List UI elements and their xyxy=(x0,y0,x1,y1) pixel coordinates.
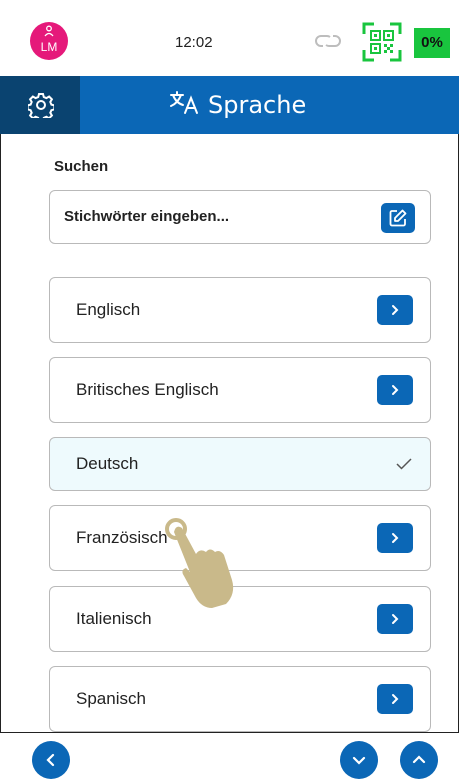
chevron-down-icon xyxy=(352,756,366,765)
language-item-englisch[interactable]: Englisch xyxy=(49,277,431,343)
select-language-button[interactable] xyxy=(377,375,413,405)
language-label: Deutsch xyxy=(76,454,139,473)
chevron-right-icon xyxy=(392,385,399,395)
select-language-button[interactable] xyxy=(377,295,413,325)
settings-button[interactable] xyxy=(0,76,80,134)
clock: 12:02 xyxy=(175,34,213,51)
chevron-up-icon xyxy=(412,755,426,764)
search-input[interactable]: Stichwörter eingeben... xyxy=(49,190,431,244)
language-item-italienisch[interactable]: Italienisch xyxy=(49,586,431,652)
gear-icon xyxy=(28,93,54,118)
bottom-nav-bar xyxy=(0,732,459,781)
select-language-button[interactable] xyxy=(377,684,413,714)
back-button[interactable] xyxy=(32,741,70,779)
language-item-deutsch[interactable]: Deutsch xyxy=(49,437,431,491)
page-title: Sprache xyxy=(208,91,307,119)
app-header: Sprache xyxy=(0,76,459,134)
battery-indicator: 0% xyxy=(414,28,450,58)
qr-code-icon[interactable] xyxy=(362,22,402,62)
language-label: Englisch xyxy=(76,300,141,319)
scroll-up-button[interactable] xyxy=(400,741,438,779)
language-label: Britisches Englisch xyxy=(76,380,219,399)
user-avatar[interactable]: LM xyxy=(30,22,68,60)
edit-button[interactable] xyxy=(381,203,415,233)
header-title-group: Sprache xyxy=(170,76,306,134)
chevron-right-icon xyxy=(392,305,399,315)
tap-hand-icon xyxy=(160,514,240,610)
chevron-right-icon xyxy=(392,694,399,704)
select-language-button[interactable] xyxy=(377,604,413,634)
status-bar: LM 12:02 0% xyxy=(0,0,459,76)
language-item-franzoesisch[interactable]: Französisch xyxy=(49,505,431,571)
scroll-down-button[interactable] xyxy=(340,741,378,779)
search-label: Suchen xyxy=(54,158,109,175)
chevron-right-icon xyxy=(392,533,399,543)
language-item-britisches-englisch[interactable]: Britisches Englisch xyxy=(49,357,431,423)
select-language-button[interactable] xyxy=(377,523,413,553)
person-icon xyxy=(30,25,68,40)
chevron-left-icon xyxy=(46,753,55,767)
language-label: Spanisch xyxy=(76,689,146,708)
chevron-right-icon xyxy=(392,614,399,624)
edit-icon xyxy=(389,209,407,227)
avatar-initials: LM xyxy=(40,40,58,54)
search-placeholder: Stichwörter eingeben... xyxy=(64,208,230,225)
language-item-spanisch[interactable]: Spanisch xyxy=(49,666,431,732)
language-label: Französisch xyxy=(76,528,168,547)
link-icon xyxy=(314,32,342,50)
check-icon xyxy=(396,458,412,470)
language-label: Italienisch xyxy=(76,609,152,628)
translate-icon xyxy=(170,89,200,121)
